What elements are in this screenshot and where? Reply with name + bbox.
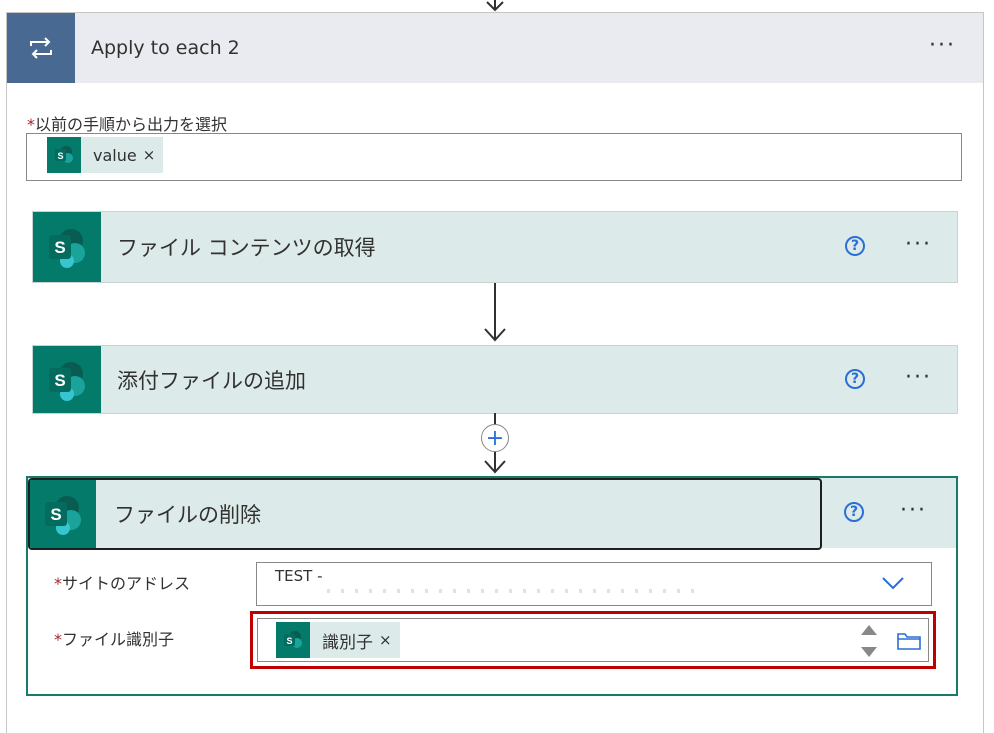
loop-more-options-button[interactable]: ··· — [929, 33, 956, 58]
action-more-options-button[interactable]: ··· — [900, 498, 927, 523]
spinner-arrows-icon[interactable] — [860, 623, 878, 659]
delete-file-title-bar[interactable]: S ファイルの削除 — [28, 478, 822, 550]
identifier-token[interactable]: S 識別子 × — [276, 622, 400, 658]
remove-token-button[interactable]: × — [143, 146, 164, 164]
svg-text:S: S — [54, 371, 65, 390]
site-address-dropdown[interactable]: TEST - — [256, 562, 932, 606]
required-mark: * — [54, 574, 62, 593]
loop-icon — [7, 13, 75, 83]
identifier-token-label: 識別子 — [322, 632, 373, 653]
delete-file-action: S ファイルの削除 ? ··· *サイトのアドレス TEST - *ファイル識別… — [26, 476, 958, 696]
sharepoint-icon: S — [30, 480, 96, 548]
action-title: ファイルの削除 — [114, 503, 261, 527]
action-more-options-button[interactable]: ··· — [905, 365, 932, 390]
select-output-label: *以前の手順から出力を選択 — [27, 115, 228, 134]
delete-file-header: S ファイルの削除 ? ··· — [28, 478, 956, 550]
required-mark: * — [54, 630, 62, 649]
apply-to-each-header[interactable]: Apply to each 2 ··· — [7, 13, 983, 83]
help-icon[interactable]: ? — [844, 502, 864, 522]
file-identifier-input[interactable]: S 識別子 × — [257, 618, 929, 662]
help-icon[interactable]: ? — [845, 369, 865, 389]
flow-arrow — [484, 283, 506, 342]
get-file-content-action[interactable]: S ファイル コンテンツの取得 ? ··· — [32, 211, 958, 283]
svg-text:S: S — [50, 505, 61, 524]
svg-text:S: S — [54, 238, 65, 257]
value-token-label: value — [93, 145, 137, 165]
sharepoint-icon: S — [33, 346, 101, 413]
action-title: ファイル コンテンツの取得 — [117, 236, 376, 260]
file-identifier-label: *ファイル識別子 — [54, 630, 175, 649]
sharepoint-icon: S — [33, 212, 101, 282]
site-address-value: TEST - — [275, 567, 323, 585]
sharepoint-icon: S — [276, 622, 310, 658]
add-step-button[interactable]: + — [481, 424, 509, 452]
remove-token-button[interactable]: × — [379, 631, 400, 649]
svg-text:S: S — [286, 636, 292, 646]
required-mark: * — [27, 115, 35, 134]
help-icon[interactable]: ? — [845, 236, 865, 256]
action-more-options-button[interactable]: ··· — [905, 232, 932, 257]
svg-text:S: S — [57, 151, 63, 161]
site-address-label: *サイトのアドレス — [54, 574, 191, 593]
sharepoint-icon: S — [47, 137, 81, 173]
file-identifier-highlight: S 識別子 × — [250, 611, 936, 669]
folder-icon[interactable] — [896, 629, 922, 651]
select-output-input[interactable]: S value × — [26, 133, 962, 181]
chevron-down-icon[interactable] — [881, 575, 905, 591]
apply-to-each-title: Apply to each 2 — [91, 37, 240, 59]
redacted-text — [327, 589, 697, 593]
action-title: 添付ファイルの追加 — [117, 368, 306, 393]
add-attachment-action[interactable]: S 添付ファイルの追加 ? ··· — [32, 345, 958, 414]
value-token[interactable]: S value × — [47, 137, 164, 173]
